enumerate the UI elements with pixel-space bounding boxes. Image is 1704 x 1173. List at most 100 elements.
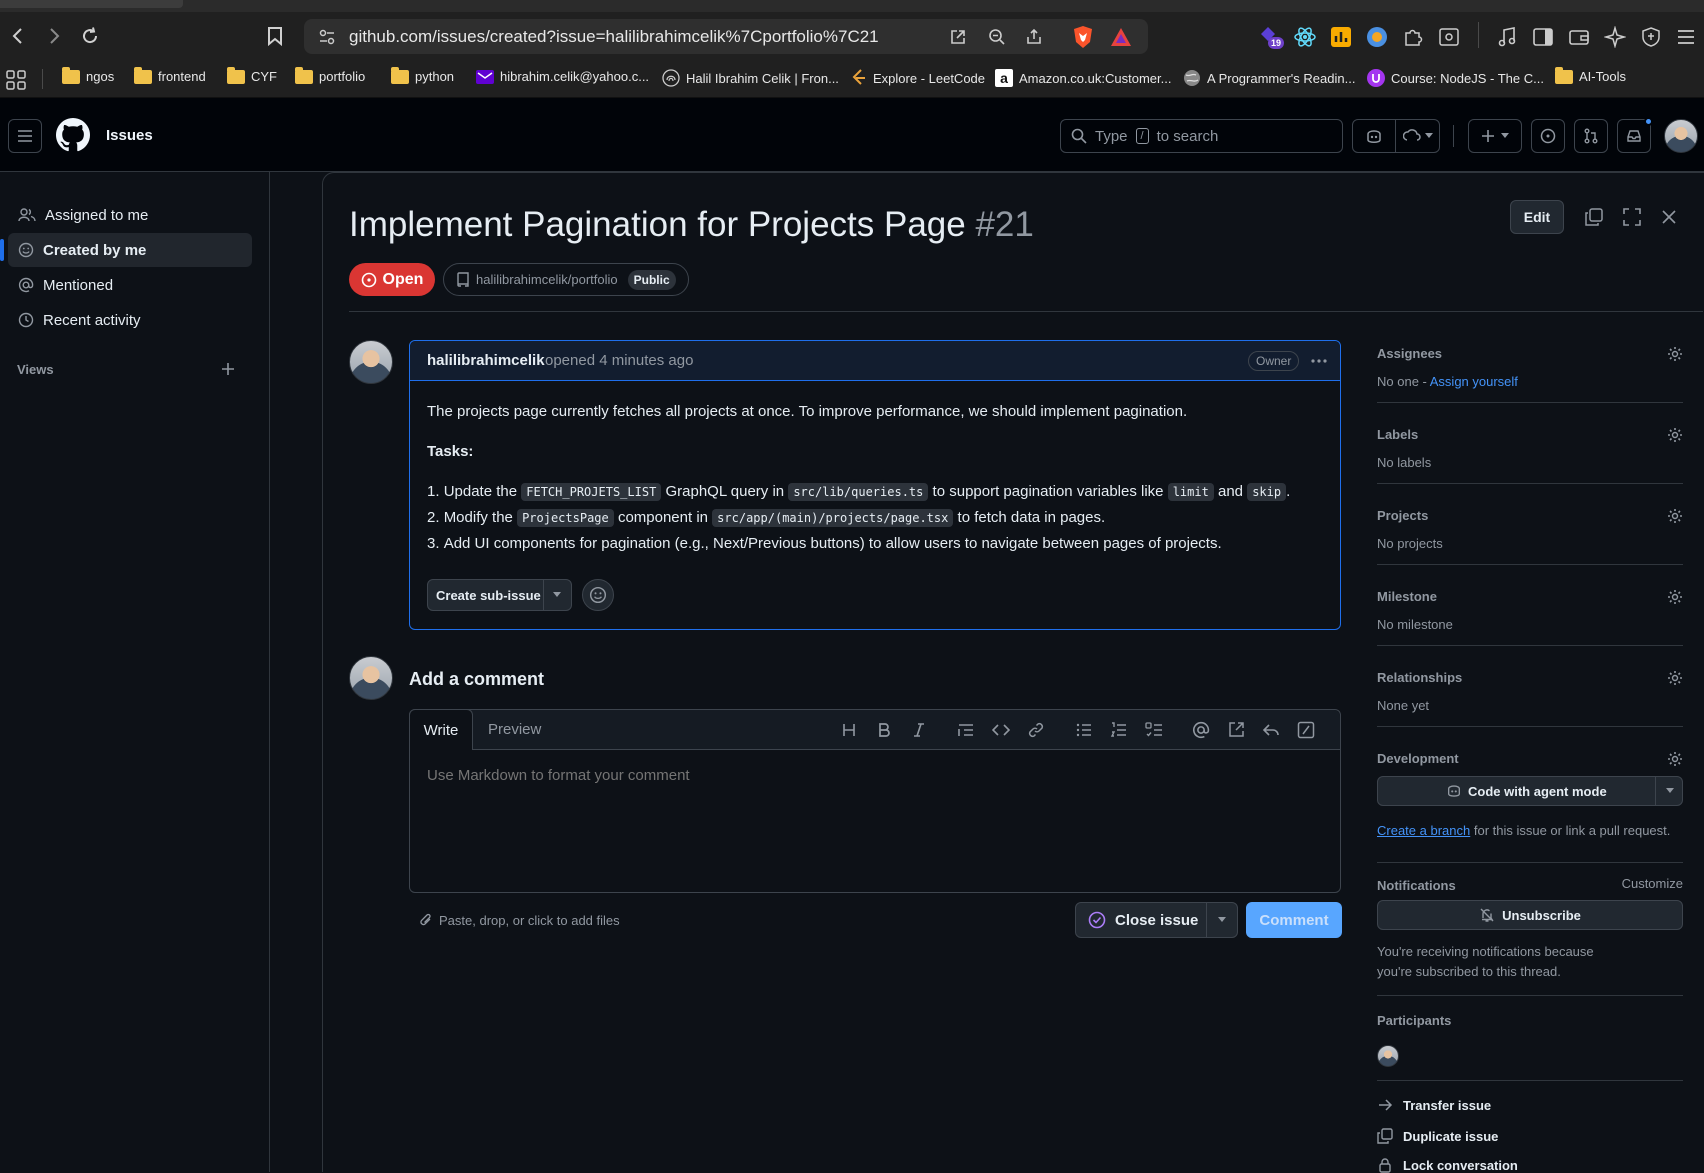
bookmark-item[interactable]: ngos [62, 66, 114, 84]
numbered-list-icon[interactable] [1110, 721, 1128, 739]
link-icon[interactable] [1027, 721, 1045, 739]
bulleted-list-icon[interactable] [1075, 721, 1093, 739]
close-issue-button[interactable]: Close issue [1075, 902, 1238, 938]
assign-yourself-link[interactable]: Assign yourself [1430, 374, 1518, 389]
heading-icon[interactable] [840, 721, 858, 739]
copilot-dropdown-icon[interactable] [1396, 120, 1439, 152]
leo-ai-icon[interactable] [1604, 26, 1626, 48]
copilot-icon[interactable] [1353, 120, 1396, 152]
quote-icon[interactable] [957, 721, 975, 739]
react-devtools-icon[interactable] [1294, 26, 1316, 48]
copy-link-icon[interactable] [1585, 208, 1603, 226]
back-icon[interactable] [6, 24, 30, 48]
add-view-plus-icon[interactable] [220, 361, 236, 377]
analytics-extension-icon[interactable] [1330, 26, 1352, 48]
bold-icon[interactable] [875, 721, 893, 739]
duplicate-issue-action[interactable]: Duplicate issue [1377, 1128, 1498, 1144]
user-avatar[interactable] [1664, 119, 1698, 153]
bookmark-item[interactable]: AI-Tools [1555, 66, 1626, 84]
share-icon[interactable] [1025, 28, 1043, 46]
cross-reference-icon[interactable] [1227, 721, 1245, 739]
lock-conversation-action[interactable]: Lock conversation [1377, 1157, 1518, 1173]
bookmark-item[interactable]: Explore - LeetCode [851, 69, 985, 87]
url-text[interactable]: github.com/issues/created?issue=halilibr… [349, 27, 879, 47]
sidebar-item-created-by-me[interactable]: Created by me [0, 233, 252, 267]
hamburger-menu-icon[interactable] [8, 119, 42, 153]
github-logo-icon[interactable] [56, 118, 90, 152]
create-new-button[interactable] [1468, 119, 1522, 153]
zoom-icon[interactable] [988, 28, 1006, 46]
inbox-icon[interactable] [1617, 117, 1653, 153]
gear-icon[interactable] [1667, 346, 1683, 362]
comment-timestamp[interactable]: opened 4 minutes ago [545, 352, 693, 369]
close-icon[interactable] [1661, 209, 1677, 225]
task-list-icon[interactable] [1145, 721, 1163, 739]
mention-icon[interactable] [1192, 721, 1210, 739]
copilot-button[interactable] [1352, 119, 1440, 153]
browser-menu-icon[interactable] [1676, 26, 1696, 48]
colorful-extension-icon[interactable] [1366, 26, 1388, 48]
tab-preview[interactable]: Preview [488, 721, 541, 738]
projects-title[interactable]: Projects [1377, 508, 1683, 523]
tab-write[interactable]: Write [409, 709, 473, 750]
transfer-issue-action[interactable]: Transfer issue [1377, 1097, 1491, 1113]
code-icon[interactable] [992, 721, 1010, 739]
repo-name[interactable]: halilibrahimcelik/portfolio [476, 272, 618, 287]
comment-button[interactable]: Comment [1246, 902, 1342, 938]
comment-author[interactable]: halilibrahimcelik [427, 352, 545, 369]
bookmark-item[interactable]: python [391, 66, 454, 84]
forward-icon[interactable] [42, 24, 66, 48]
gear-icon[interactable] [1667, 427, 1683, 443]
brave-shield-icon[interactable] [1072, 25, 1094, 49]
gear-icon[interactable] [1667, 751, 1683, 767]
header-context-title[interactable]: Issues [106, 127, 153, 144]
issues-icon[interactable] [1531, 119, 1565, 153]
edit-button[interactable]: Edit [1510, 200, 1564, 234]
chevron-down-icon[interactable] [1218, 917, 1226, 923]
repo-pill[interactable]: halilibrahimcelik/portfolio Public [443, 263, 689, 296]
fullscreen-icon[interactable] [1623, 208, 1641, 226]
bookmark-icon[interactable] [263, 24, 287, 48]
extension-icon[interactable]: 19 [1258, 24, 1285, 50]
milestone-title[interactable]: Milestone [1377, 589, 1683, 604]
participant-avatar[interactable] [1377, 1045, 1399, 1067]
sidebar-item-mentioned[interactable]: Mentioned [8, 268, 252, 302]
address-bar[interactable]: github.com/issues/created?issue=halilibr… [304, 19, 1148, 54]
sidebar-item-recent-activity[interactable]: Recent activity [8, 303, 252, 337]
attach-files-area[interactable]: Paste, drop, or click to add files [419, 912, 620, 928]
create-branch-link[interactable]: Create a branch [1377, 823, 1470, 838]
kebab-menu-icon[interactable] [1310, 353, 1328, 369]
site-settings-icon[interactable] [318, 28, 336, 46]
open-external-icon[interactable] [949, 28, 967, 46]
assignees-title[interactable]: Assignees [1377, 346, 1683, 361]
customize-link[interactable]: Customize [1622, 876, 1683, 891]
brave-rewards-icon[interactable] [1110, 27, 1132, 47]
author-avatar[interactable] [349, 340, 393, 384]
code-with-agent-button[interactable]: Code with agent mode [1377, 776, 1683, 806]
reply-icon[interactable] [1262, 721, 1280, 739]
bookmark-item[interactable]: frontend [134, 66, 206, 84]
gear-icon[interactable] [1667, 508, 1683, 524]
pull-requests-icon[interactable] [1574, 119, 1608, 153]
screenshot-extension-icon[interactable] [1438, 26, 1460, 48]
music-icon[interactable] [1496, 26, 1518, 48]
bookmark-item[interactable]: CYF [227, 66, 277, 84]
bookmark-item[interactable]: Halil Ibrahim Celik | Fron... [662, 69, 839, 87]
bookmark-item[interactable]: a Amazon.co.uk:Customer... [995, 69, 1171, 87]
sidebar-item-assigned-to-me[interactable]: Assigned to me [8, 198, 252, 232]
wallet-icon[interactable] [1568, 26, 1590, 48]
italic-icon[interactable] [910, 721, 928, 739]
commenter-avatar[interactable] [349, 656, 393, 700]
relationships-title[interactable]: Relationships [1377, 670, 1683, 685]
bookmark-item[interactable]: portfolio [295, 66, 365, 84]
apps-grid-icon[interactable] [6, 70, 26, 90]
labels-title[interactable]: Labels [1377, 427, 1683, 442]
add-reaction-button[interactable] [582, 579, 614, 611]
development-title[interactable]: Development [1377, 751, 1683, 766]
extensions-puzzle-icon[interactable] [1402, 26, 1424, 48]
global-search[interactable]: Type / to search [1060, 119, 1343, 153]
gear-icon[interactable] [1667, 670, 1683, 686]
reload-icon[interactable] [78, 24, 102, 48]
vpn-shield-icon[interactable] [1640, 26, 1662, 48]
create-subissue-button[interactable]: Create sub-issue [427, 579, 572, 611]
